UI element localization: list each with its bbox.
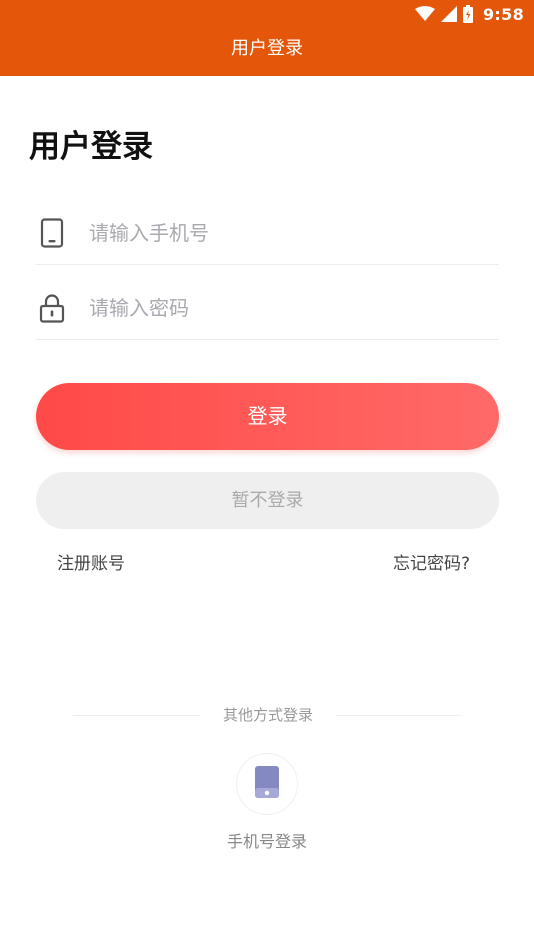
phone-input[interactable]	[89, 220, 469, 245]
app-header: 9:58 用户登录	[0, 0, 534, 76]
phone-field[interactable]	[36, 201, 499, 265]
phone-login-option-label[interactable]: 手机号登录	[0, 830, 534, 854]
skip-login-button[interactable]: 暂不登录	[36, 472, 499, 529]
phone-login-option-button[interactable]	[236, 753, 298, 815]
phone-icon	[37, 217, 67, 248]
divider-left	[73, 715, 200, 716]
register-link[interactable]: 注册账号	[57, 551, 125, 577]
header-title: 用户登录	[231, 38, 303, 59]
battery-icon	[463, 5, 473, 23]
wifi-icon	[415, 6, 435, 21]
signal-icon	[441, 6, 457, 22]
forgot-password-link[interactable]: 忘记密码?	[393, 551, 470, 577]
login-button[interactable]: 登录	[36, 383, 499, 450]
divider-right	[336, 715, 461, 716]
page-title: 用户登录	[29, 129, 153, 165]
password-field[interactable]	[36, 276, 499, 340]
lock-icon	[37, 293, 67, 323]
status-time: 9:58	[483, 4, 524, 24]
alt-login-divider-text: 其他方式登录	[222, 706, 313, 724]
password-input[interactable]	[89, 295, 469, 320]
mobile-device-icon	[254, 766, 280, 802]
status-bar: 9:58	[415, 4, 524, 24]
